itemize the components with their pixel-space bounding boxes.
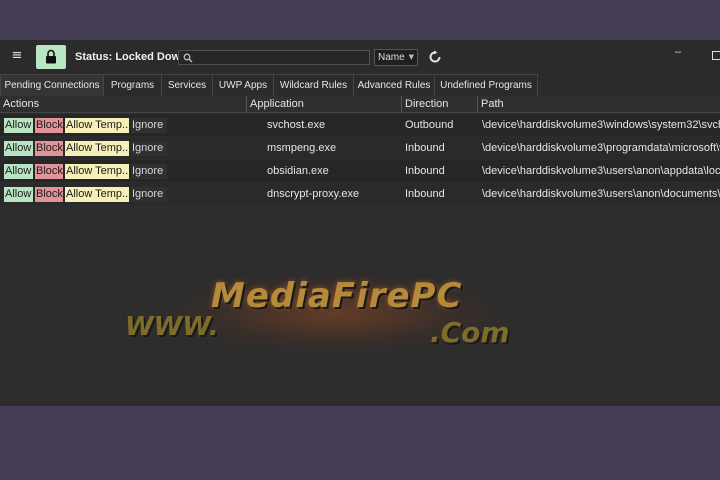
refresh-icon[interactable] — [428, 50, 442, 64]
maximize-icon[interactable] — [712, 51, 720, 60]
tab-advanced-rules[interactable]: Advanced Rules — [353, 74, 435, 96]
table-row[interactable]: Allow Block Allow Temp... Ignore obsidia… — [0, 160, 720, 182]
application-cell: svchost.exe — [267, 119, 326, 131]
path-cell: \device\harddiskvolume3\windows\system32… — [482, 119, 720, 131]
block-button[interactable]: Block — [35, 164, 63, 179]
sort-select[interactable]: Name ▼ — [374, 49, 418, 66]
block-button[interactable]: Block — [35, 141, 63, 156]
minimize-icon[interactable]: – — [675, 47, 685, 58]
lock-button[interactable] — [36, 45, 66, 69]
ignore-button[interactable]: Ignore — [131, 164, 167, 179]
tab-programs[interactable]: Programs — [103, 74, 162, 96]
chevron-down-icon: ▼ — [408, 53, 414, 61]
tab-bar: Pending Connections Programs Services UW… — [0, 74, 720, 96]
ignore-button[interactable]: Ignore — [131, 141, 167, 156]
direction-cell: Outbound — [405, 119, 454, 131]
direction-cell: Inbound — [405, 165, 445, 177]
allow-temp-button[interactable]: Allow Temp... — [65, 164, 129, 179]
block-button[interactable]: Block — [35, 118, 63, 133]
application-cell: msmpeng.exe — [267, 142, 337, 154]
application-cell: obsidian.exe — [267, 165, 329, 177]
allow-button[interactable]: Allow — [4, 118, 33, 133]
table-row[interactable]: Allow Block Allow Temp... Ignore dnscryp… — [0, 183, 720, 205]
path-cell: \device\harddiskvolume3\programdata\micr… — [482, 142, 720, 154]
direction-cell: Inbound — [405, 188, 445, 200]
column-header-actions[interactable]: Actions — [0, 96, 247, 113]
lock-icon — [46, 49, 56, 64]
tab-pending-connections[interactable]: Pending Connections — [0, 74, 104, 96]
ignore-button[interactable]: Ignore — [131, 187, 167, 202]
direction-cell: Inbound — [405, 142, 445, 154]
allow-temp-button[interactable]: Allow Temp... — [65, 141, 129, 156]
search-box[interactable] — [178, 50, 370, 65]
path-cell: \device\harddiskvolume3\users\anon\docum… — [482, 188, 720, 200]
path-cell: \device\harddiskvolume3\users\anon\appda… — [482, 165, 720, 177]
table-row[interactable]: Allow Block Allow Temp... Ignore svchost… — [0, 114, 720, 136]
application-cell: dnscrypt-proxy.exe — [267, 188, 360, 200]
tab-services[interactable]: Services — [161, 74, 213, 96]
hamburger-menu-icon[interactable]: ≡ — [10, 49, 24, 63]
search-icon — [183, 53, 193, 63]
toolbar: ≡ Status: Locked Down Name ▼ – — [0, 40, 720, 74]
search-input[interactable] — [195, 51, 367, 64]
column-header-path[interactable]: Path — [478, 96, 720, 113]
ignore-button[interactable]: Ignore — [131, 118, 167, 133]
allow-temp-button[interactable]: Allow Temp... — [65, 118, 129, 133]
allow-button[interactable]: Allow — [4, 141, 33, 156]
status-label: Status: Locked Down — [75, 51, 187, 63]
tab-undefined-programs[interactable]: Undefined Programs — [434, 74, 538, 96]
table-header: Actions Application Direction Path — [0, 96, 720, 113]
sort-select-value: Name — [378, 52, 405, 63]
table-row[interactable]: Allow Block Allow Temp... Ignore msmpeng… — [0, 137, 720, 159]
allow-button[interactable]: Allow — [4, 187, 33, 202]
column-header-direction[interactable]: Direction — [402, 96, 478, 113]
allow-temp-button[interactable]: Allow Temp... — [65, 187, 129, 202]
tab-uwp-apps[interactable]: UWP Apps — [212, 74, 274, 96]
allow-button[interactable]: Allow — [4, 164, 33, 179]
block-button[interactable]: Block — [35, 187, 63, 202]
column-header-application[interactable]: Application — [247, 96, 402, 113]
app-window: ≡ Status: Locked Down Name ▼ – Pending C… — [0, 40, 720, 406]
tab-wildcard-rules[interactable]: Wildcard Rules — [273, 74, 354, 96]
